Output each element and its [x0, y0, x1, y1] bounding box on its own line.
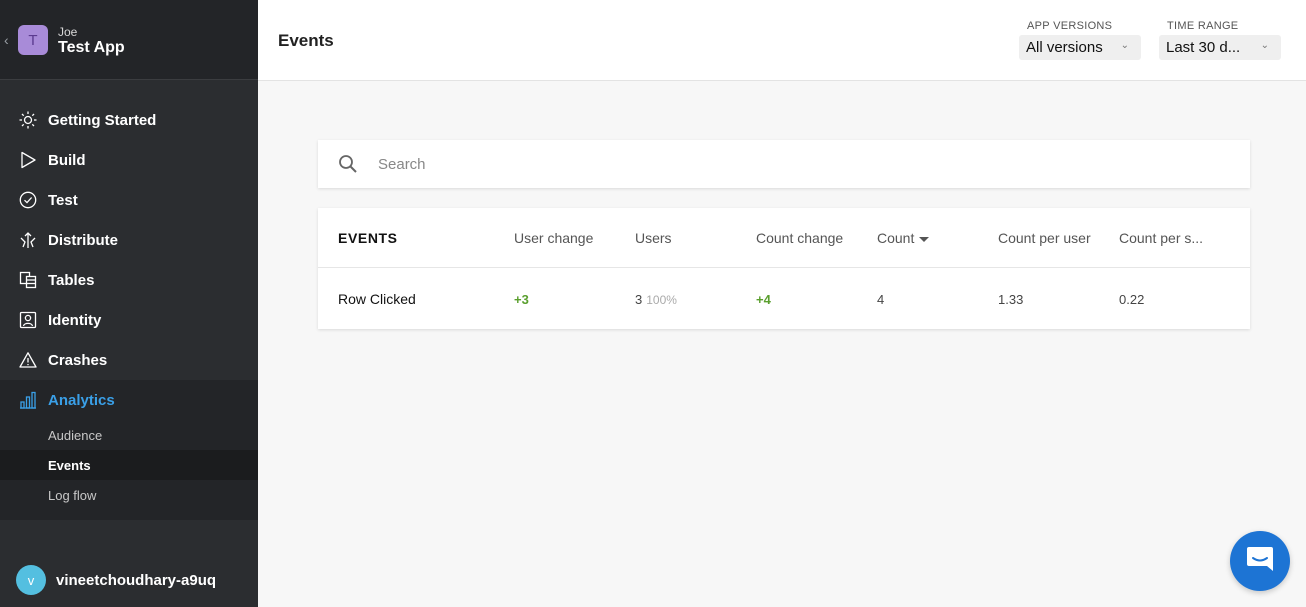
user-name: vineetchoudhary-a9uq	[56, 571, 217, 589]
sidebar-item-label: Test	[48, 191, 78, 209]
column-header-count-change[interactable]: Count change	[756, 230, 843, 246]
sidebar-item-crashes[interactable]: Crashes	[0, 340, 258, 380]
chevron-down-icon: ⌄	[1260, 40, 1269, 51]
sidebar-item-label: Identity	[48, 311, 102, 329]
events-table: EVENTS User change Users Count change Co…	[318, 208, 1250, 329]
search-icon	[338, 154, 358, 174]
sidebar-item-analytics[interactable]: Analytics	[0, 380, 258, 420]
users-percent: 100%	[646, 293, 677, 307]
chevron-left-icon[interactable]: ‹	[4, 32, 9, 48]
count-change-value: +4	[756, 292, 771, 307]
search-bar	[318, 140, 1250, 188]
play-icon	[18, 150, 38, 170]
chat-button[interactable]	[1230, 531, 1290, 591]
table-header: EVENTS User change Users Count change Co…	[318, 208, 1250, 268]
analytics-submenu: Audience Events Log flow	[0, 420, 258, 520]
count-per-session-value: 0.22	[1119, 292, 1145, 307]
check-circle-icon	[18, 190, 38, 210]
app-versions-label: APP VERSIONS	[1027, 20, 1113, 32]
user-account[interactable]: v vineetchoudhary-a9uq	[0, 553, 258, 607]
submenu-spacer	[0, 510, 258, 520]
sidebar-item-label: Crashes	[48, 351, 108, 369]
sidebar-item-test[interactable]: Test	[0, 180, 258, 220]
identity-icon	[18, 310, 38, 330]
sidebar: ‹ T Joe Test App Getting Started Build T…	[0, 0, 258, 607]
sidebar-nav: Getting Started Build Test Distribute Ta…	[0, 100, 258, 520]
sidebar-item-identity[interactable]: Identity	[0, 300, 258, 340]
page-title: Events	[278, 31, 334, 50]
column-header-events[interactable]: EVENTS	[338, 230, 398, 246]
sidebar-item-label: Distribute	[48, 231, 119, 249]
top-bar: Events APP VERSIONS All versions ⌄ TIME …	[258, 0, 1306, 81]
sun-icon	[18, 110, 38, 130]
count-per-user-value: 1.33	[998, 292, 1024, 307]
sidebar-item-getting-started[interactable]: Getting Started	[0, 100, 258, 140]
app-avatar: T	[18, 25, 48, 55]
sidebar-item-tables[interactable]: Tables	[0, 260, 258, 300]
time-range-select[interactable]: Last 30 d... ⌄	[1159, 35, 1281, 60]
count-value: 4	[877, 292, 885, 307]
chat-icon	[1245, 545, 1275, 578]
chevron-down-icon: ⌄	[1120, 40, 1129, 51]
sidebar-subitem-events[interactable]: Events	[0, 450, 258, 480]
sidebar-item-build[interactable]: Build	[0, 140, 258, 180]
sidebar-item-label: Build	[48, 151, 86, 169]
column-header-count-label: Count	[877, 230, 915, 246]
search-input[interactable]	[378, 155, 1078, 173]
column-header-count-per-session[interactable]: Count per s...	[1119, 230, 1229, 246]
sidebar-item-distribute[interactable]: Distribute	[0, 220, 258, 260]
time-range-filter: TIME RANGE Last 30 d... ⌄	[1159, 20, 1281, 60]
event-name: Row Clicked	[338, 291, 416, 307]
column-header-count[interactable]: Count	[877, 230, 930, 246]
column-header-count-per-user[interactable]: Count per user	[998, 230, 1091, 246]
app-versions-value: All versions	[1026, 39, 1103, 56]
sidebar-item-label: Analytics	[48, 391, 115, 409]
sidebar-item-label: Getting Started	[48, 111, 157, 129]
time-range-label: TIME RANGE	[1167, 20, 1239, 32]
sidebar-item-label: Tables	[48, 271, 95, 289]
sidebar-subitem-audience[interactable]: Audience	[0, 420, 258, 450]
distribute-icon	[18, 230, 38, 250]
users-count: 3	[635, 292, 643, 307]
app-switcher[interactable]: ‹ T Joe Test App	[0, 0, 258, 80]
users-value: 3 100%	[635, 292, 677, 307]
app-versions-select[interactable]: All versions ⌄	[1019, 35, 1141, 60]
user-change-value: +3	[514, 292, 529, 307]
app-owner: Joe	[58, 25, 78, 39]
time-range-value: Last 30 d...	[1166, 39, 1241, 56]
warning-icon	[18, 350, 38, 370]
column-header-user-change[interactable]: User change	[514, 230, 593, 246]
bar-chart-icon	[18, 390, 38, 410]
table-row[interactable]: Row Clicked +3 3 100% +4 4 1.33 0.22	[318, 268, 1250, 328]
avatar: v	[16, 565, 46, 595]
tables-icon	[18, 270, 38, 290]
sidebar-subitem-log-flow[interactable]: Log flow	[0, 480, 258, 510]
app-name: Test App	[58, 39, 125, 56]
column-header-users[interactable]: Users	[635, 230, 672, 246]
sort-descending-icon	[919, 236, 930, 242]
app-versions-filter: APP VERSIONS All versions ⌄	[1019, 20, 1141, 60]
